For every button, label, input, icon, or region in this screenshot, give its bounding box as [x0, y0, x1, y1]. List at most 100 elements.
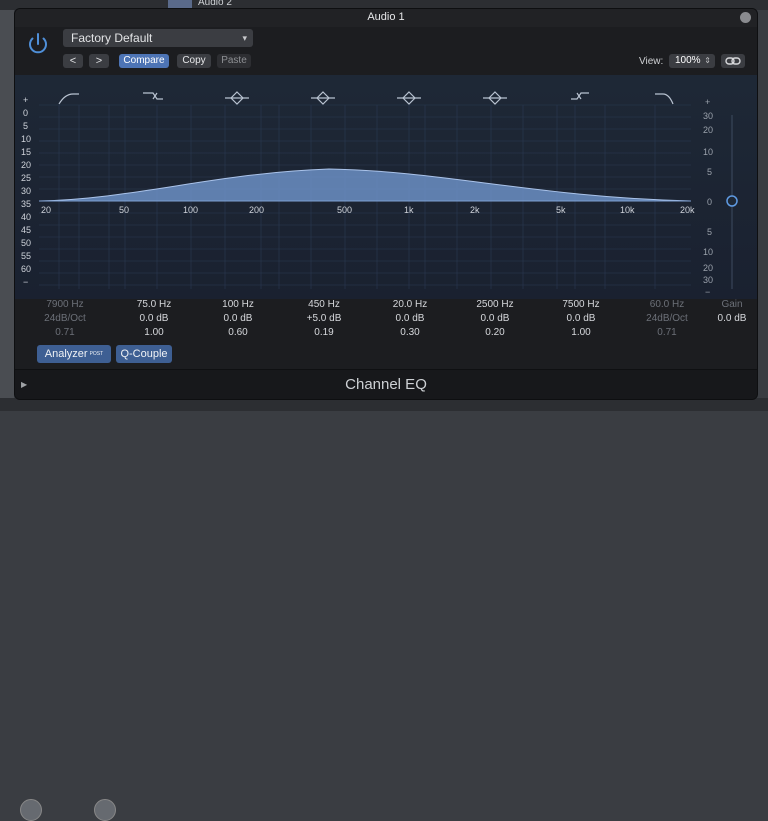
band-5-q[interactable]: 0.30	[375, 327, 445, 338]
db-scale-label: 35	[21, 199, 32, 209]
high-shelf-icon	[571, 92, 589, 100]
band-3-q[interactable]: 0.60	[203, 327, 273, 338]
band-7-frequency[interactable]: 7500 Hz	[546, 299, 616, 310]
db-scale-label: 50	[21, 238, 32, 248]
db-scale-label: 60	[21, 264, 32, 274]
link-button[interactable]	[721, 54, 745, 68]
analyzer-post-label: POST	[89, 351, 104, 357]
frequency-label: 10k	[620, 205, 635, 215]
band-6-frequency[interactable]: 2500 Hz	[460, 299, 530, 310]
db-scale-label: +	[23, 95, 29, 105]
db-scale-label: 0	[23, 108, 29, 118]
compare-button[interactable]: Compare	[119, 54, 169, 68]
db-scale-label: 30	[21, 186, 32, 196]
gain-label: Gain	[721, 299, 743, 310]
bell-icon	[225, 91, 249, 105]
band-3-frequency[interactable]: 100 Hz	[203, 299, 273, 310]
plugin-footer: ▶ Channel EQ	[15, 369, 757, 399]
frequency-label: 5k	[556, 205, 566, 215]
stepper-icon: ⇕	[704, 56, 711, 65]
db-scale-label: 10	[21, 134, 32, 144]
band-7-gain[interactable]: 0.0 dB	[546, 313, 616, 324]
gain-scale-label: 20	[703, 125, 714, 135]
view-zoom-value: 100%	[675, 55, 701, 66]
plugin-window: Audio 1 Factory Default ▾ < > Compare Co…	[14, 8, 758, 400]
db-scale-label: 25	[21, 173, 32, 183]
q-couple-button[interactable]: Q-Couple	[116, 345, 172, 363]
eq-curve[interactable]	[38, 168, 692, 202]
band-4-frequency[interactable]: 450 Hz	[289, 299, 359, 310]
host-track-color	[168, 0, 192, 8]
db-scale-label: 5	[23, 121, 29, 131]
low-shelf-icon	[143, 92, 163, 100]
band-6-q[interactable]: 0.20	[460, 327, 530, 338]
window-title: Audio 1	[367, 11, 405, 23]
band-7-q[interactable]: 1.00	[546, 327, 616, 338]
low-cut-icon	[58, 93, 79, 105]
bell-icon	[483, 91, 507, 105]
plugin-name: Channel EQ	[345, 376, 427, 393]
bell-icon	[311, 91, 335, 105]
db-scale-label: 15	[21, 147, 32, 157]
gain-scale-label: 5	[707, 227, 713, 237]
gain-slider-handle[interactable]	[726, 195, 738, 207]
band-5-frequency[interactable]: 20.0 Hz	[375, 299, 445, 310]
frequency-label: 1k	[404, 205, 414, 215]
host-knob[interactable]	[20, 799, 42, 821]
title-bar[interactable]: Audio 1	[15, 9, 757, 27]
host-knob[interactable]	[94, 799, 116, 821]
host-left-panel	[0, 10, 14, 411]
db-scale-label: 40	[21, 212, 32, 222]
gain-scale-label: 5	[707, 167, 713, 177]
frequency-label: 500	[337, 205, 353, 215]
band-2-gain[interactable]: 0.0 dB	[119, 313, 189, 324]
band-1-q[interactable]: 0.71	[30, 327, 100, 338]
frequency-label: 2k	[470, 205, 480, 215]
analyzer-label: Analyzer	[44, 348, 88, 360]
band-1-frequency[interactable]: 7900 Hz	[30, 299, 100, 310]
view-zoom-select[interactable]: 100% ⇕	[669, 54, 715, 68]
gain-scale-label: 30	[703, 111, 714, 121]
frequency-label: 50	[119, 205, 130, 215]
analyzer-button[interactable]: Analyzer POST	[37, 345, 111, 363]
eq-graph[interactable]: + 0 5 10 15 20 25 30 35 40 45 50 55 60 −…	[15, 75, 757, 299]
next-preset-button[interactable]: >	[89, 54, 109, 68]
copy-button[interactable]: Copy	[177, 54, 211, 68]
band-3-gain[interactable]: 0.0 dB	[203, 313, 273, 324]
previous-preset-button[interactable]: <	[63, 54, 83, 68]
preset-name: Factory Default	[71, 31, 153, 45]
band-8-frequency[interactable]: 60.0 Hz	[632, 299, 702, 310]
band-2-frequency[interactable]: 75.0 Hz	[119, 299, 189, 310]
power-icon[interactable]	[25, 31, 51, 57]
band-5-gain[interactable]: 0.0 dB	[375, 313, 445, 324]
band-8-slope[interactable]: 24dB/Oct	[632, 313, 702, 324]
frequency-label: 20	[41, 205, 52, 215]
db-scale-label: 55	[21, 251, 32, 261]
window-zoom-button[interactable]	[740, 12, 751, 23]
link-icon	[725, 57, 741, 65]
bell-icon	[397, 91, 421, 105]
gain-scale-label: 10	[703, 247, 714, 257]
preset-menu[interactable]: Factory Default ▾	[63, 29, 253, 47]
band-6-gain[interactable]: 0.0 dB	[460, 313, 530, 324]
chevron-down-icon: ▾	[242, 33, 247, 43]
frequency-label: 200	[249, 205, 265, 215]
db-scale-label: −	[23, 277, 29, 287]
band-4-gain[interactable]: +5.0 dB	[289, 313, 359, 324]
gain-scale-label: 0	[707, 197, 713, 207]
gain-scale-label: 30	[703, 275, 714, 285]
band-1-slope[interactable]: 24dB/Oct	[30, 313, 100, 324]
host-track-label: Audio 2	[198, 0, 232, 8]
gain-value[interactable]: 0.0 dB	[697, 313, 757, 324]
db-scale-label: 45	[21, 225, 32, 235]
high-cut-icon	[655, 93, 674, 105]
band-8-q[interactable]: 0.71	[632, 327, 702, 338]
band-2-q[interactable]: 1.00	[119, 327, 189, 338]
db-scale-label: 20	[21, 160, 32, 170]
band-4-q[interactable]: 0.19	[289, 327, 359, 338]
paste-button[interactable]: Paste	[217, 54, 251, 68]
gain-scale-label: +	[705, 97, 711, 107]
frequency-label: 100	[183, 205, 199, 215]
gain-scale-label: 10	[703, 147, 714, 157]
view-label: View:	[639, 56, 664, 67]
